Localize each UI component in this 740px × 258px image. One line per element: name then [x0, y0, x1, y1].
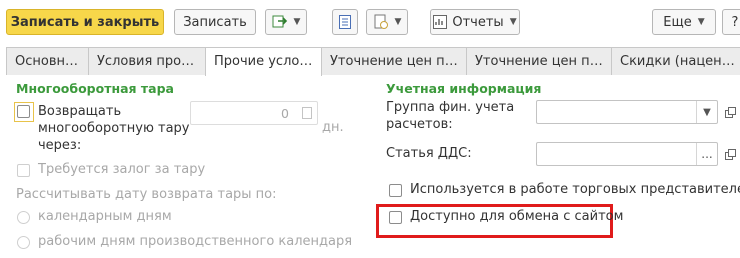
- help-icon: ?: [731, 14, 739, 30]
- return-packaging-label-3: через:: [38, 138, 82, 153]
- calc-return-date-label: Рассчитывать дату возврата тары по:: [16, 187, 277, 202]
- open-form-icon: [724, 106, 736, 118]
- site-exchange-label: Доступно для обмена с сайтом: [410, 209, 624, 224]
- select-ellipsis-icon[interactable]: ...: [696, 143, 717, 165]
- returnable-packaging-title: Многооборотная тара: [16, 81, 174, 96]
- document-structure-button[interactable]: [332, 9, 358, 35]
- return-days-field[interactable]: 0: [190, 101, 318, 125]
- return-packaging-label-1: Возвращать: [38, 104, 122, 119]
- return-packaging-label-2: многооборотную тару: [38, 121, 190, 136]
- help-button[interactable]: ?: [722, 9, 740, 35]
- chevron-down-icon: ▼: [509, 17, 517, 27]
- attachments-button[interactable]: ▼: [366, 9, 408, 35]
- tab-main[interactable]: Основное: [6, 47, 89, 75]
- fin-group-field[interactable]: ▼: [536, 100, 718, 124]
- fin-group-label-1: Группа фин. учета: [386, 100, 515, 115]
- save-and-close-button[interactable]: Записать и закрыть: [6, 9, 164, 35]
- chevron-down-icon: ▼: [293, 17, 301, 27]
- tab-price-refine-1[interactable]: Уточнение цен по ...: [321, 47, 467, 75]
- create-based-on-button[interactable]: ▼: [265, 9, 307, 35]
- open-fin-group-button[interactable]: [721, 101, 739, 123]
- tab-price-refine-2[interactable]: Уточнение цен по ...: [466, 47, 612, 75]
- dds-label: Статья ДДС:: [386, 146, 472, 161]
- sales-reps-checkbox[interactable]: [389, 184, 402, 197]
- calendar-days-label: календарным дням: [38, 209, 172, 224]
- reports-label: Отчеты: [452, 14, 504, 30]
- tab-other-terms[interactable]: Прочие условия: [205, 47, 322, 76]
- open-form-icon: [724, 148, 736, 160]
- create-based-on-icon: [272, 14, 288, 30]
- deposit-required-label: Требуется залог за тару: [38, 162, 206, 177]
- chevron-down-icon: ▼: [697, 17, 705, 27]
- list-icon: [339, 15, 351, 29]
- chevron-down-icon: ▼: [394, 17, 402, 27]
- accounting-info-title: Учетная информация: [386, 81, 542, 96]
- calendar-days-radio[interactable]: [17, 211, 30, 224]
- paperclip-doc-icon: [373, 14, 389, 30]
- work-days-label: рабочим дням производственного календаря: [38, 234, 353, 249]
- save-button[interactable]: Записать: [174, 9, 256, 35]
- calculator-icon[interactable]: [302, 107, 312, 119]
- return-days-value: 0: [281, 106, 289, 121]
- return-packaging-checkbox[interactable]: [17, 105, 30, 118]
- tab-discounts[interactable]: Скидки (наценки): [611, 47, 740, 75]
- dds-field[interactable]: ...: [536, 142, 718, 166]
- reports-icon: [433, 15, 448, 29]
- sales-reps-label: Используется в работе торговых представи…: [410, 182, 740, 197]
- open-dds-button[interactable]: [721, 143, 739, 165]
- reports-button[interactable]: Отчеты ▼: [430, 9, 520, 35]
- save-and-close-label: Записать и закрыть: [10, 14, 160, 30]
- fin-group-label-2: расчетов:: [386, 117, 453, 132]
- days-unit-label: дн.: [322, 120, 344, 135]
- site-exchange-checkbox[interactable]: [389, 211, 402, 224]
- chevron-down-icon[interactable]: ▼: [696, 101, 717, 123]
- tab-sale-terms[interactable]: Условия продаж: [88, 47, 206, 75]
- more-button[interactable]: Еще ▼: [652, 9, 716, 35]
- work-days-radio[interactable]: [17, 236, 30, 249]
- save-label: Записать: [183, 14, 247, 30]
- more-label: Еще: [663, 14, 692, 30]
- deposit-required-checkbox[interactable]: [17, 164, 30, 177]
